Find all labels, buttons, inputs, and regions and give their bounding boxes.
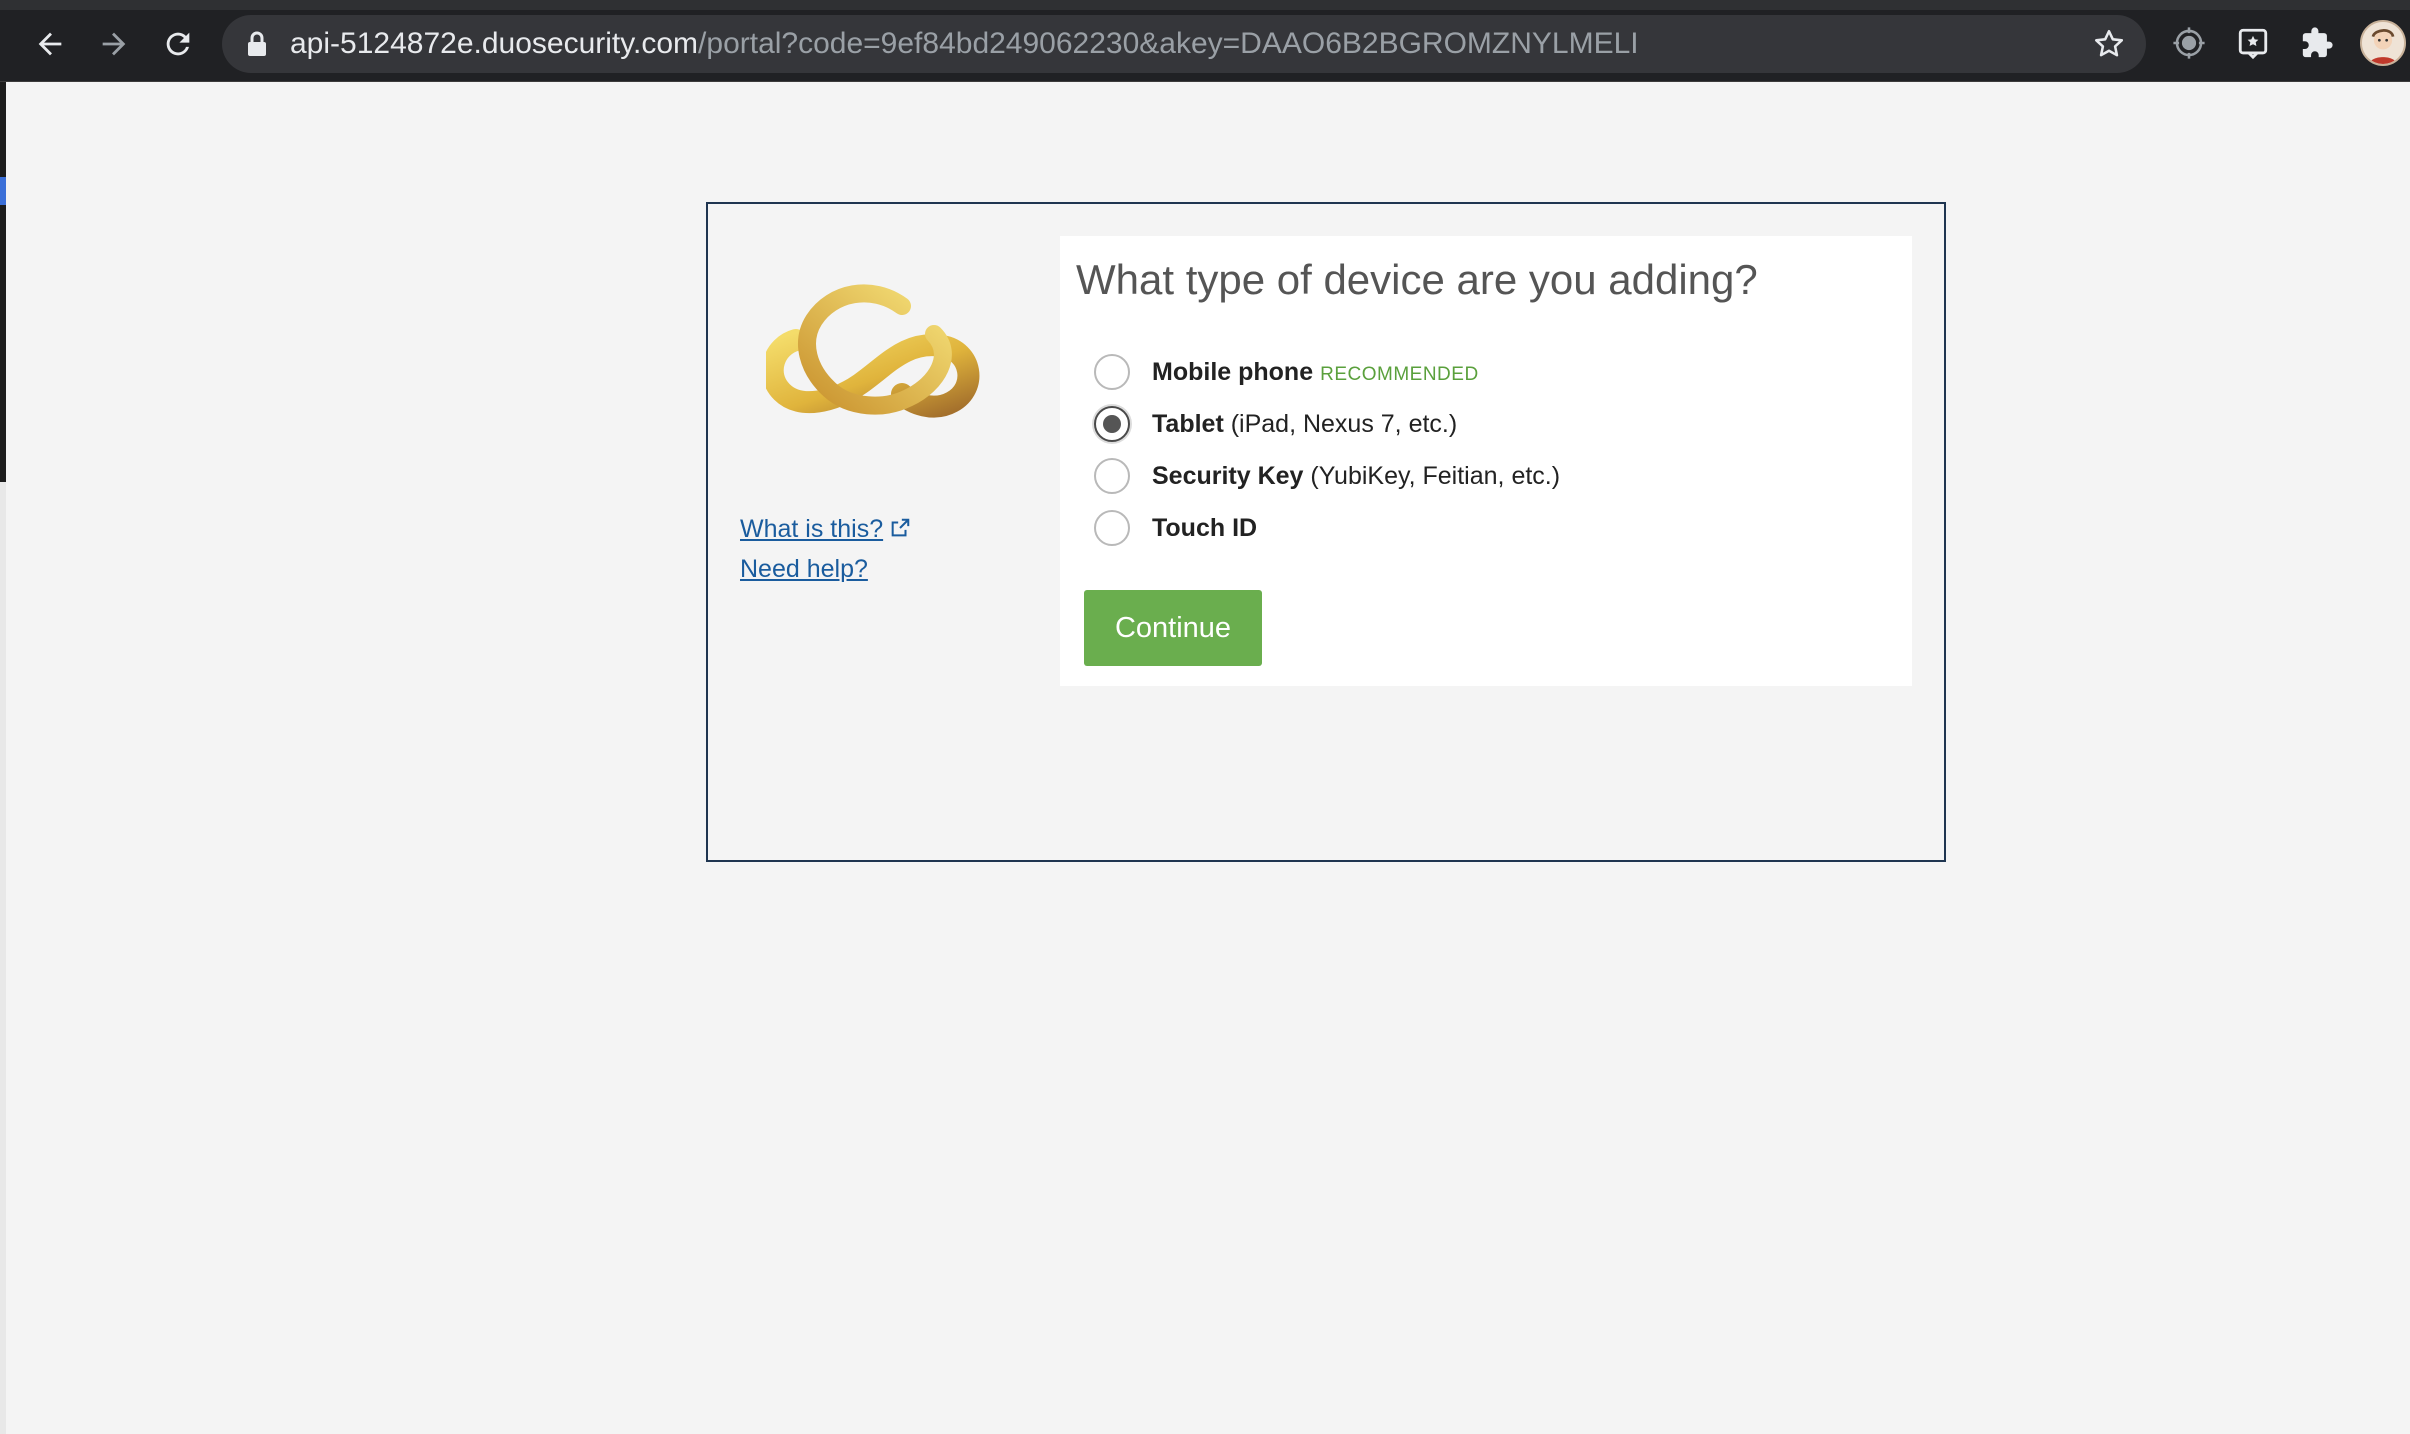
option-tablet[interactable]: Tablet (iPad, Nexus 7, etc.) xyxy=(1094,398,1560,450)
option-label: Touch ID xyxy=(1152,513,1258,542)
option-mobile-phone[interactable]: Mobile phone RECOMMENDED xyxy=(1094,346,1560,398)
page-title: What type of device are you adding? xyxy=(1076,256,1758,303)
window-edge xyxy=(0,82,6,1434)
extensions-menu-button[interactable] xyxy=(2298,24,2336,62)
back-arrow-icon xyxy=(38,32,62,56)
radio-security-key[interactable] xyxy=(1094,458,1130,494)
avatar-image xyxy=(2362,22,2404,64)
recommended-badge: RECOMMENDED xyxy=(1320,363,1479,385)
radio-tablet[interactable] xyxy=(1094,406,1130,442)
radio-mobile-phone[interactable] xyxy=(1094,354,1130,390)
tab-strip xyxy=(0,0,2410,10)
puzzle-icon xyxy=(2302,27,2333,58)
profile-avatar[interactable] xyxy=(2360,20,2406,66)
extension-icon[interactable] xyxy=(2234,24,2272,62)
option-label: Security Key (YubiKey, Feitian, etc.) xyxy=(1152,461,1561,490)
url-text: api-5124872e.duosecurity.com/portal?code… xyxy=(290,27,1639,61)
target-icon xyxy=(2173,27,2205,59)
reload-button[interactable] xyxy=(156,22,200,66)
extension-icon[interactable] xyxy=(2170,24,2208,62)
star-icon[interactable] xyxy=(2092,27,2126,61)
need-help-link[interactable]: Need help? xyxy=(740,549,911,589)
address-bar[interactable]: api-5124872e.duosecurity.com/portal?code… xyxy=(222,15,2146,73)
back-button[interactable] xyxy=(28,22,72,66)
option-label: Mobile phone RECOMMENDED xyxy=(1152,357,1479,386)
forward-button[interactable] xyxy=(92,22,136,66)
what-is-this-link[interactable]: What is this? xyxy=(740,509,911,549)
continue-button[interactable]: Continue xyxy=(1084,590,1262,666)
brand-logo xyxy=(766,284,980,418)
duo-prompt-frame: What is this? Need help? What type of de… xyxy=(706,202,1946,862)
radio-touch-id[interactable] xyxy=(1094,510,1130,546)
device-type-panel: What type of device are you adding? Mobi… xyxy=(1060,236,1912,686)
url-path: /portal?code=9ef84bd249062230&akey=DAAO6… xyxy=(698,27,1639,60)
lock-icon xyxy=(248,31,266,56)
badge-icon xyxy=(2238,28,2268,60)
forward-arrow-icon xyxy=(102,32,126,56)
reload-icon xyxy=(166,32,190,56)
side-links: What is this? Need help? xyxy=(740,509,911,589)
browser-toolbar: api-5124872e.duosecurity.com/portal?code… xyxy=(0,0,2410,82)
url-host: api-5124872e.duosecurity.com xyxy=(290,27,699,60)
external-link-icon xyxy=(891,518,910,537)
option-security-key[interactable]: Security Key (YubiKey, Feitian, etc.) xyxy=(1094,450,1560,502)
option-label: Tablet (iPad, Nexus 7, etc.) xyxy=(1152,409,1458,438)
option-touch-id[interactable]: Touch ID xyxy=(1094,502,1560,554)
device-options: Mobile phone RECOMMENDED Tablet (iPad, Ne… xyxy=(1094,346,1560,554)
